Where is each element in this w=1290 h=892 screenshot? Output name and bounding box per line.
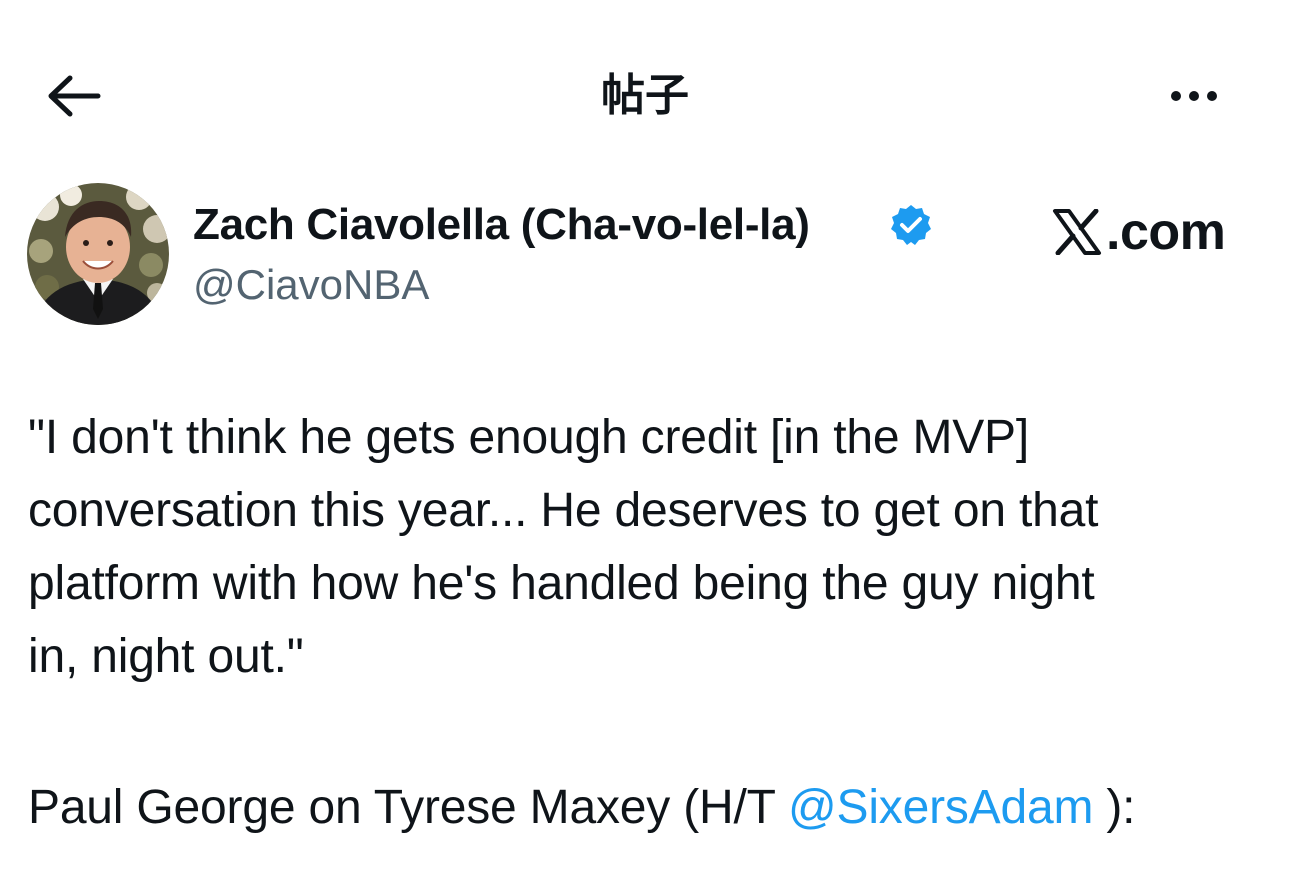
more-horizontal-icon [1171,91,1181,101]
author-handle[interactable]: @CiavoNBA [193,258,429,312]
page-title: 帖子 [601,70,689,121]
tweet-text: "I don't think he gets enough credit [in… [28,401,1268,693]
tweet-credit-line: Paul George on Tyrese Maxey (H/T @Sixers… [28,771,1136,844]
more-options-button[interactable] [1156,70,1232,122]
x-logo-icon [1053,209,1101,255]
tweet-line: "I don't think he gets enough credit [in… [28,411,1030,464]
top-navigation-bar: 帖子 [0,0,1290,190]
watermark-text: .com [1106,203,1226,261]
credit-suffix: ): [1093,781,1136,834]
author-display-name[interactable]: Zach Ciavolella (Cha-vo-lel-la) [193,197,810,253]
avatar[interactable] [27,183,169,325]
mention-link[interactable]: @SixersAdam [788,781,1093,834]
tweet-line: platform with how he's handled being the… [28,557,1095,610]
credit-prefix: Paul George on Tyrese Maxey (H/T [28,781,788,834]
more-horizontal-icon-dot [1189,91,1199,101]
more-horizontal-icon-dot [1207,91,1217,101]
x-com-watermark: .com [1052,202,1226,262]
tweet-line: in, night out." [28,630,304,683]
avatar-image [27,183,169,325]
verified-badge-icon [891,205,931,245]
tweet-line: conversation this year... He deserves to… [28,484,1099,537]
